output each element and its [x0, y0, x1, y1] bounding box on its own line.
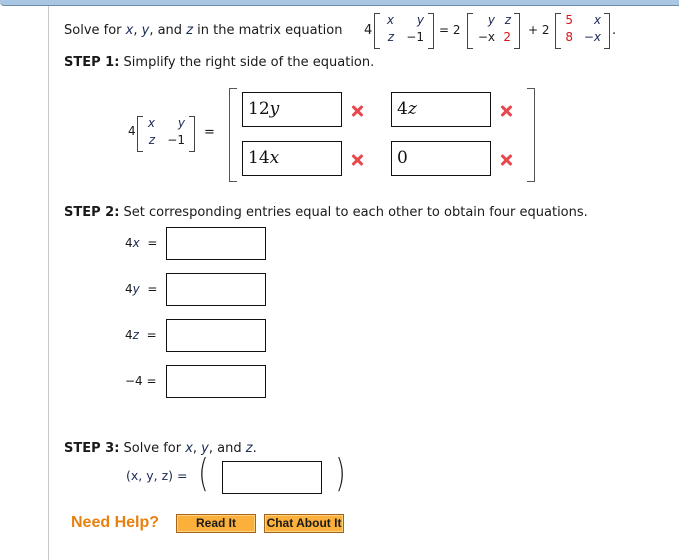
eq-var: z — [132, 328, 139, 342]
paren-right: ) — [335, 451, 346, 495]
prompt-text: Solve for — [64, 23, 126, 38]
equals-sign: = — [204, 125, 215, 140]
lhs-matrix: x y z −1 — [374, 13, 434, 49]
separator: , and — [208, 441, 246, 456]
lhs-scalar: 4 — [128, 124, 136, 138]
matrix-cell: x — [386, 13, 394, 27]
equation-input-4[interactable] — [166, 365, 266, 398]
eq-sign: = — [146, 328, 157, 342]
matrix-cell: x — [593, 13, 601, 27]
var-z: z — [245, 441, 253, 456]
equation-input-1[interactable] — [166, 227, 266, 260]
eq-var: x — [132, 236, 140, 250]
left-divider — [48, 6, 49, 560]
answer-input-r1c2[interactable]: 4z — [391, 92, 491, 127]
lhs-scalar: 4 — [364, 23, 373, 38]
top-border-bar — [0, 0, 679, 6]
var-z: z — [186, 23, 194, 38]
step-text: Solve for — [119, 441, 186, 456]
bracket-right — [527, 88, 535, 182]
problem-prompt: Solve for x, y, and z in the matrix equa… — [64, 23, 342, 38]
incorrect-x-icon — [351, 105, 363, 117]
answer-input-r2c1[interactable]: 14x — [242, 141, 342, 176]
answer-input-r2c2[interactable]: 0 — [391, 141, 491, 176]
bracket-left — [229, 88, 237, 182]
eq-num: 4 — [125, 236, 133, 250]
solution-input[interactable] — [222, 461, 322, 494]
read-it-button[interactable]: Read It — [176, 514, 256, 533]
need-help-label: Need Help? — [71, 514, 160, 531]
step-text: Set corresponding entries equal to each … — [119, 205, 588, 220]
var-x: x — [185, 441, 193, 456]
step-label: STEP 2: — [64, 205, 120, 220]
step-label: STEP 1: — [64, 55, 120, 70]
matrix-cell: y — [416, 13, 424, 27]
matrix-cell: −x — [583, 30, 601, 44]
matrix-cell: −x — [477, 30, 495, 44]
rhs1-matrix: y z −x 2 — [467, 13, 520, 49]
chat-about-it-button[interactable]: Chat About It — [264, 514, 344, 533]
matrix-cell: 8 — [565, 30, 573, 44]
step2-heading: STEP 2: Set corresponding entries equal … — [64, 205, 588, 220]
equation-input-3[interactable] — [166, 319, 266, 352]
matrix-cell: z — [504, 13, 511, 27]
equation-input-2[interactable] — [166, 273, 266, 306]
paren-left: ( — [198, 451, 209, 495]
equation-label-3: 4z = — [125, 328, 157, 342]
prompt-text: in the matrix equation — [193, 23, 343, 38]
eq-num: 4 — [125, 328, 133, 342]
step-text: Simplify the right side of the equation. — [119, 55, 375, 70]
matrix-cell: y — [487, 13, 495, 27]
step-label: STEP 3: — [64, 441, 120, 456]
step3-heading: STEP 3: Solve for x, y, and z. — [64, 441, 257, 456]
eq-num: −4 — [125, 374, 143, 388]
matrix-cell: −1 — [406, 30, 424, 44]
matrix-cell: 5 — [565, 13, 573, 27]
step1-heading: STEP 1: Simplify the right side of the e… — [64, 55, 374, 70]
eq-sign: = — [146, 374, 157, 388]
incorrect-x-icon — [351, 154, 363, 166]
eq-sign: = — [147, 282, 158, 296]
separator: , and — [149, 23, 187, 38]
step1-lhs-matrix: x y z −1 — [137, 116, 195, 152]
matrix-cell: z — [387, 30, 394, 44]
period: . — [252, 441, 257, 456]
incorrect-x-icon — [500, 105, 512, 117]
matrix-cell: x — [147, 116, 155, 130]
eq-sign: = — [147, 236, 158, 250]
plus-scalar: + 2 — [528, 23, 550, 37]
eq-num: 4 — [125, 282, 133, 296]
equation-label-2: 4y = — [125, 282, 157, 296]
equals-scalar: = 2 — [439, 23, 461, 37]
equation-label-1: 4x = — [125, 236, 157, 250]
tuple-label: (x, y, z) = — [126, 468, 188, 483]
matrix-cell: −1 — [167, 133, 185, 147]
matrix-cell: y — [177, 116, 185, 130]
period: . — [612, 23, 617, 38]
rhs2-matrix: 5 x 8 −x — [555, 13, 610, 49]
incorrect-x-icon — [500, 154, 512, 166]
matrix-cell: 2 — [503, 30, 511, 44]
answer-input-r1c1[interactable]: 12y — [242, 92, 342, 127]
eq-var: y — [132, 282, 140, 296]
matrix-cell: z — [148, 133, 155, 147]
separator: , — [133, 23, 142, 38]
equation-label-4: −4 = — [125, 374, 157, 388]
